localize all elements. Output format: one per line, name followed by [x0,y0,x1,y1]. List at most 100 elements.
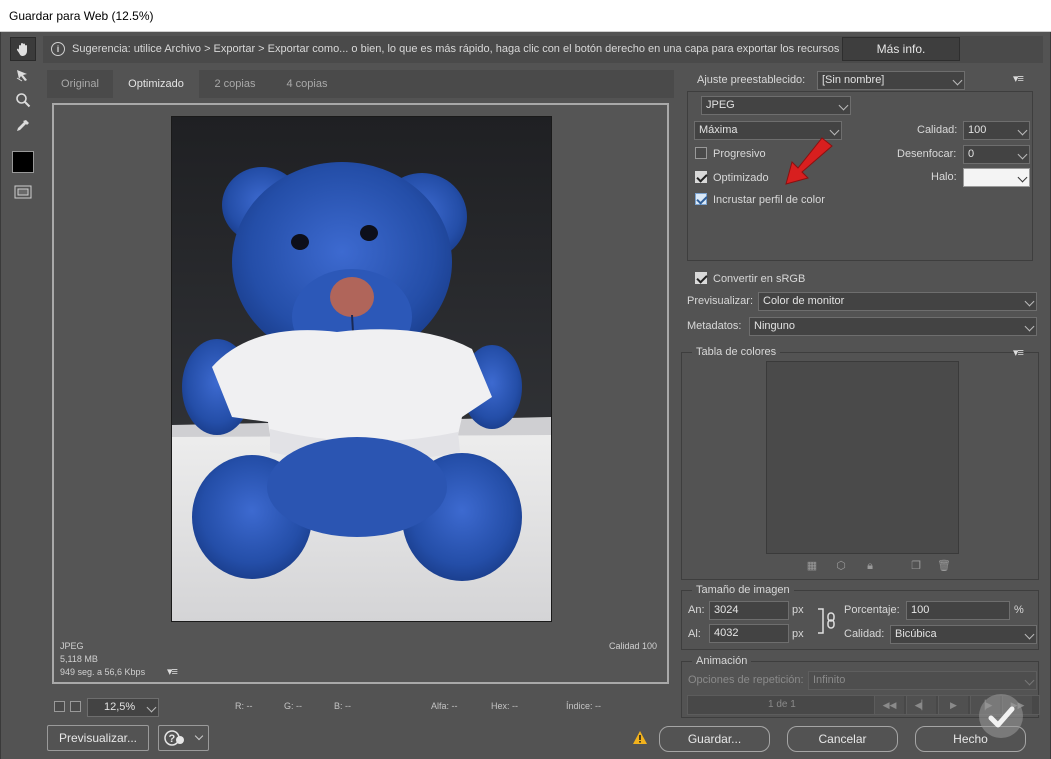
toggle-slices-icon[interactable] [10,180,36,204]
cancel-button[interactable]: Cancelar [787,726,898,752]
slice-select-icon[interactable] [10,63,36,87]
trash-icon[interactable]: 🗑︎ [937,560,951,572]
tab-original[interactable]: Original [47,70,113,98]
height-input[interactable]: 4032 [709,624,789,643]
color-table-menu-icon[interactable] [1013,346,1027,359]
preset-label: Ajuste preestablecido: [697,74,806,86]
preview-image [171,116,552,622]
title-bar: Guardar para Web (12.5%) [0,0,1051,32]
percent-label: Porcentaje: [844,604,900,616]
chevron-down-icon [146,702,157,713]
format-select[interactable]: JPEG [701,96,851,115]
chevron-down-icon [1024,629,1035,640]
optimized-checkbox[interactable] [695,171,707,183]
embed-profile-checkbox[interactable] [695,193,707,205]
blur-input[interactable]: 0 [963,145,1030,164]
width-unit: px [792,604,804,616]
info-size: 5,118 MB [60,654,98,664]
tab-4-up[interactable]: 4 copias [271,70,343,98]
percent-unit: % [1014,604,1024,616]
metadata-select[interactable]: Ninguno [749,317,1037,336]
zoom-icon[interactable] [10,88,36,112]
loop-value: Infinito [813,674,846,686]
status-index: Índice: -- [566,701,602,711]
color-swatch[interactable] [12,151,34,173]
lock-icon[interactable]: 🔒︎ [864,560,876,572]
chevron-down-icon [1024,296,1035,307]
link-icon[interactable] [816,607,838,635]
chevron-down-icon [194,731,204,741]
width-label: An: [688,604,705,616]
view-tabs: Original Optimizado 2 copias 4 copias [47,70,674,98]
preset-select[interactable]: [Sin nombre] [817,71,965,90]
tab-2-up[interactable]: 2 copias [199,70,271,98]
chevron-down-icon [952,75,963,86]
zoom-in-icon[interactable] [70,701,81,712]
status-bar: 12,5% R: -- G: -- B: -- Alfa: -- Hex: --… [47,696,674,718]
preview-button[interactable]: Previsualizar... [47,725,149,751]
loop-label: Opciones de repetición: [688,674,804,686]
matte-label: Halo: [931,171,957,183]
prev-frame-icon[interactable]: ◀▏ [906,696,936,714]
resample-select[interactable]: Bicúbica [890,625,1037,644]
tab-optimized[interactable]: Optimizado [113,70,199,98]
annotation-arrow-icon [785,137,833,185]
new-color-icon[interactable]: ❐ [910,560,922,572]
resample-label: Calidad: [844,628,885,640]
height-unit: px [792,628,804,640]
optimized-label: Optimizado [713,172,769,184]
image-size-title: Tamaño de imagen [692,584,794,596]
blur-value: 0 [968,148,975,160]
chevron-down-icon [1017,172,1028,183]
info-quality: Calidad 100 [609,641,658,651]
convert-srgb-checkbox[interactable] [695,272,707,284]
tool-bar [8,37,40,209]
first-frame-icon[interactable]: ◀◀ [874,696,904,714]
chevron-down-icon [829,125,840,136]
warning-icon [633,731,647,744]
status-hex: Hex: -- [491,701,518,711]
eyedropper-icon[interactable] [10,114,36,138]
preset-value: [Sin nombre] [822,74,885,86]
blur-label: Desenfocar: [897,148,957,160]
quality-input[interactable]: 100 [963,121,1030,140]
frame-counter: 1 de 1 [768,699,796,710]
hand-icon[interactable] [10,37,36,61]
progressive-label: Progresivo [713,148,766,160]
chevron-down-icon [838,100,849,111]
quality-label: Calidad: [917,124,958,136]
metadata-value: Ninguno [754,320,795,332]
info-icon: i [51,42,65,56]
metadata-label: Metadatos: [687,320,742,332]
cube-icon[interactable]: ⬡ [835,560,847,572]
chevron-down-icon [1017,125,1028,136]
chevron-down-icon [1024,675,1035,686]
zoom-select[interactable]: 12,5% [87,698,159,717]
quality-preset-value: Máxima [699,124,738,136]
animation-title: Animación [692,655,752,667]
percent-input[interactable]: 100 [906,601,1010,620]
play-icon[interactable]: ▶ [938,696,968,714]
more-info-button[interactable]: Más info. [842,37,960,61]
quality-value: 100 [968,124,987,136]
status-b: B: -- [334,701,351,711]
window-title: Guardar para Web (12.5%) [9,9,154,23]
color-table[interactable] [766,361,959,554]
save-button[interactable]: Guardar... [659,726,770,752]
info-download-time: 949 seg. a 56,6 Kbps [60,667,146,677]
status-r: R: -- [235,701,253,711]
browser-preview-button[interactable]: ? [158,725,209,751]
matte-color-select[interactable] [963,168,1030,187]
hint-text: Sugerencia: utilice Archivo > Exportar >… [72,43,840,55]
web-snap-icon[interactable]: ▦ [806,560,818,572]
color-table-title: Tabla de colores [692,346,781,358]
info-format: JPEG [60,641,84,651]
preview-select[interactable]: Color de monitor [758,292,1037,311]
info-menu-icon[interactable] [167,665,181,678]
chevron-down-icon [1024,321,1035,332]
zoom-value: 12,5% [104,701,136,713]
width-input[interactable]: 3024 [709,601,789,620]
progressive-checkbox[interactable] [695,147,707,159]
settings-menu-icon[interactable] [1013,72,1027,85]
zoom-out-icon[interactable] [54,701,65,712]
